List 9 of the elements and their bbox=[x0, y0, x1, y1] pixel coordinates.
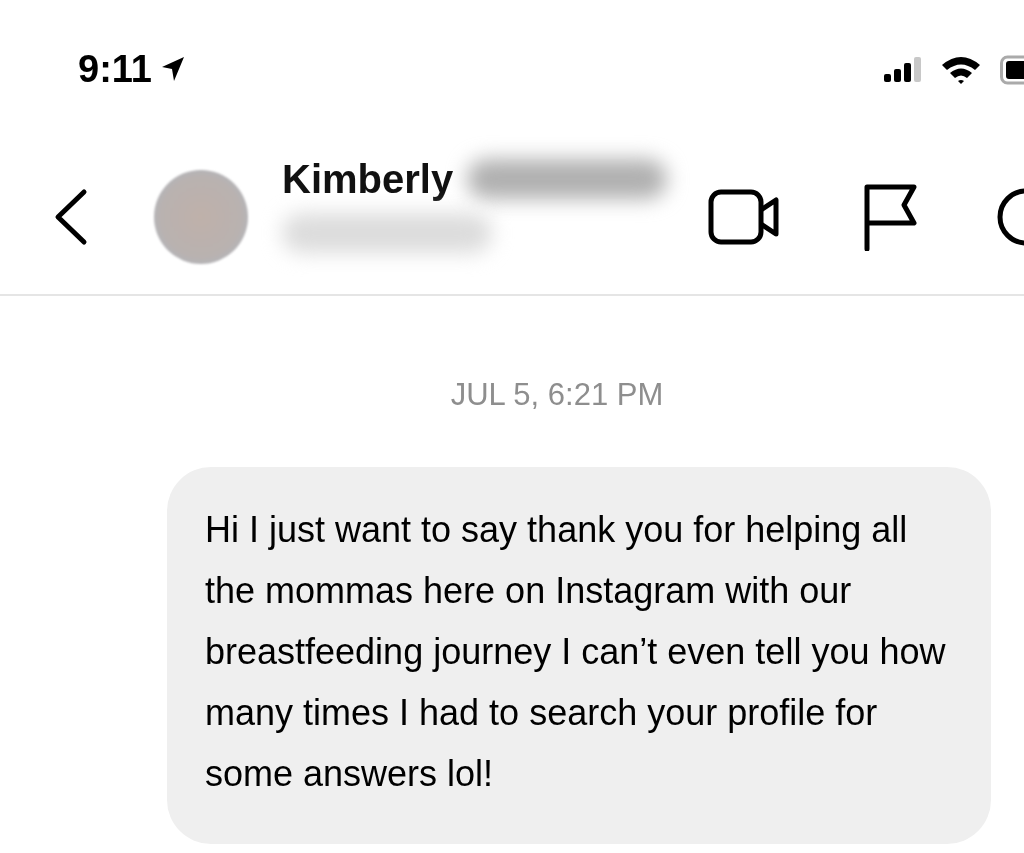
battery-icon bbox=[1000, 55, 1024, 85]
video-camera-icon[interactable] bbox=[708, 188, 780, 246]
message-timestamp: JUL 5, 6:21 PM bbox=[450, 376, 664, 414]
contact-name: Kimberly bbox=[282, 159, 454, 199]
message-bubble: Hi I just want to say thank you for helping all the mommas here on Instagram with our breastfeeding journey I can’t even tell you how many times I had to search your profile for some answers lol! bbox=[167, 466, 991, 844]
status-time: 9:11 bbox=[78, 46, 152, 92]
flag-icon[interactable] bbox=[862, 183, 918, 251]
signal-icon bbox=[884, 56, 922, 84]
wifi-icon bbox=[940, 55, 982, 85]
